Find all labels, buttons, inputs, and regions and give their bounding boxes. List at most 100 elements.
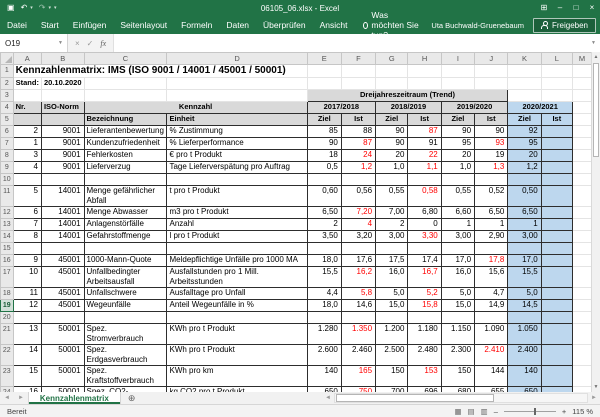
cell[interactable]: 90	[307, 138, 341, 150]
cell[interactable]: 7,00	[376, 207, 408, 219]
cell[interactable]: Ausfallstunden pro 1 Mill. Arbeitsstunde…	[167, 267, 307, 288]
cell[interactable]	[573, 78, 592, 90]
cell[interactable]	[573, 288, 592, 300]
cell[interactable]: 2.480	[408, 345, 441, 366]
cell[interactable]	[376, 174, 408, 186]
cell[interactable]: 15,5	[307, 267, 341, 288]
cell[interactable]	[167, 174, 307, 186]
cell[interactable]: 0,55	[441, 186, 474, 207]
cell[interactable]: 140	[307, 366, 341, 387]
cell[interactable]: 15,0	[376, 300, 408, 312]
cell[interactable]: 14,9	[475, 300, 508, 312]
cell[interactable]: 0,5	[307, 162, 341, 174]
ribbon-tab-daten[interactable]: Daten	[219, 16, 256, 34]
cell[interactable]	[84, 243, 167, 255]
cell[interactable]: 95	[508, 138, 541, 150]
cell[interactable]	[441, 65, 474, 78]
cell[interactable]: 14,5	[508, 300, 541, 312]
cell[interactable]	[307, 312, 341, 324]
ribbon-tab-ansicht[interactable]: Ansicht	[313, 16, 355, 34]
cell[interactable]: 1,0	[441, 162, 474, 174]
cell[interactable]	[508, 65, 541, 78]
hscroll-right-icon[interactable]: ►	[588, 395, 600, 401]
cell[interactable]	[541, 300, 572, 312]
ribbon-tab-start[interactable]: Start	[34, 16, 66, 34]
cell[interactable]	[408, 312, 441, 324]
close-icon[interactable]: ×	[584, 0, 600, 16]
cell[interactable]: 9	[13, 255, 41, 267]
cell[interactable]: 90	[475, 126, 508, 138]
cell[interactable]: 2.460	[341, 345, 375, 366]
column-header-E[interactable]: E	[307, 53, 341, 65]
ribbon-display-options-icon[interactable]: ⊞	[536, 0, 552, 16]
zoom-slider[interactable]	[504, 411, 556, 412]
cell[interactable]	[573, 267, 592, 288]
cell[interactable]: 1.090	[475, 324, 508, 345]
cell[interactable]: 2	[376, 219, 408, 231]
cell[interactable]: 17,4	[408, 255, 441, 267]
column-header-M[interactable]: M	[573, 53, 592, 65]
cell[interactable]: 92	[508, 126, 541, 138]
cell[interactable]	[13, 312, 41, 324]
cell[interactable]	[84, 78, 167, 90]
cell[interactable]: 5	[13, 186, 41, 207]
cell[interactable]: Menge gefährlicher Abfall	[84, 186, 167, 207]
cell[interactable]: KWh pro km	[167, 366, 307, 387]
cell[interactable]	[376, 243, 408, 255]
column-header-A[interactable]: A	[13, 53, 41, 65]
cell[interactable]: 4,7	[475, 288, 508, 300]
worksheet-grid[interactable]: ABCDEFGHIJKLM1Kennzahlenmatrix: IMS (ISO…	[0, 52, 592, 392]
cell[interactable]: Unfallschwere	[84, 288, 167, 300]
cell[interactable]	[475, 312, 508, 324]
cell[interactable]: 1	[508, 219, 541, 231]
share-button[interactable]: Freigeben	[533, 18, 596, 33]
row-header-19[interactable]: 19	[1, 300, 14, 312]
cell[interactable]: 3,00	[376, 231, 408, 243]
ribbon-tab-überprüfen[interactable]: Überprüfen	[256, 16, 313, 34]
vertical-scrollbar[interactable]: ▲ ▼	[591, 52, 600, 392]
row-header-1[interactable]: 1	[1, 65, 14, 78]
cell[interactable]: 15	[13, 366, 41, 387]
cell[interactable]: Anlagenstörfälle	[84, 219, 167, 231]
cell[interactable]: 5,0	[441, 288, 474, 300]
ribbon-tab-formeln[interactable]: Formeln	[174, 16, 219, 34]
cell[interactable]	[541, 207, 572, 219]
cell[interactable]: 3,30	[408, 231, 441, 243]
cell[interactable]: 16,2	[341, 267, 375, 288]
column-header-D[interactable]: D	[167, 53, 307, 65]
cell[interactable]	[341, 65, 375, 78]
cell[interactable]: 1	[475, 219, 508, 231]
redo-dropdown-icon[interactable]: ▾	[48, 5, 51, 11]
cell[interactable]: 5,8	[341, 288, 375, 300]
cell[interactable]: 3	[13, 150, 41, 162]
cell[interactable]: Kundenzufriedenheit	[84, 138, 167, 150]
cell[interactable]	[475, 174, 508, 186]
cell[interactable]	[573, 174, 592, 186]
cell[interactable]: KWh pro t Produkt	[167, 324, 307, 345]
cell[interactable]	[541, 126, 572, 138]
cell[interactable]: 14001	[41, 219, 84, 231]
cell[interactable]	[167, 78, 307, 90]
cell[interactable]	[541, 366, 572, 387]
cell[interactable]	[541, 324, 572, 345]
cell[interactable]: 90	[376, 126, 408, 138]
cell[interactable]	[573, 243, 592, 255]
cell[interactable]	[307, 78, 341, 90]
cell[interactable]: 45001	[41, 300, 84, 312]
cell[interactable]: 1000-Mann-Quote	[84, 255, 167, 267]
hscroll-thumb[interactable]	[336, 394, 494, 402]
cell[interactable]: 2.300	[441, 345, 474, 366]
cell[interactable]	[84, 312, 167, 324]
cell[interactable]: 14	[13, 345, 41, 366]
column-header-H[interactable]: H	[408, 53, 441, 65]
cell[interactable]: Ausfalltage pro Unfall	[167, 288, 307, 300]
column-header-I[interactable]: I	[441, 53, 474, 65]
cell[interactable]: 2.400	[508, 345, 541, 366]
cell[interactable]	[573, 162, 592, 174]
cell[interactable]: 10	[13, 267, 41, 288]
cell[interactable]: 8	[13, 231, 41, 243]
row-header-22[interactable]: 22	[1, 345, 14, 366]
horizontal-scrollbar[interactable]: ◄ ►	[322, 392, 600, 404]
cell[interactable]: 0,50	[508, 186, 541, 207]
cell[interactable]: 50001	[41, 345, 84, 366]
